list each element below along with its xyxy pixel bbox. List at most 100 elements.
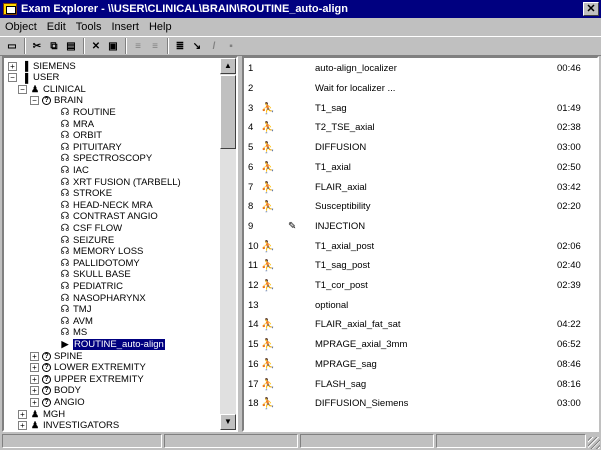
protocol-row[interactable]: 18 ⛹ DIFFUSION_Siemens 03:00 (244, 394, 597, 414)
protocol-row[interactable]: 16 ⛹ MPRAGE_sag 08:46 (244, 355, 597, 375)
tree-item-body[interactable]: ? BODY (42, 385, 81, 397)
tree-item-pediatric[interactable]: ☊ PEDIATRIC (60, 280, 123, 292)
tree-item-ms[interactable]: ☊ MS (60, 327, 88, 339)
menu-edit[interactable]: Edit (42, 21, 71, 33)
insert-button[interactable]: ≣ (172, 38, 188, 54)
tree-expander[interactable]: − (8, 73, 17, 83)
tree-item-spectroscopy[interactable]: ☊ SPECTROSCOPY (60, 153, 153, 165)
tree-expander[interactable]: + (8, 61, 17, 71)
protocol-row[interactable]: 10 ⛹ T1_axial_post 02:06 (244, 236, 597, 256)
tree-item-angio[interactable]: ? ANGIO (42, 396, 85, 408)
tree-scrollbar[interactable]: ▲ ▼ (220, 58, 236, 430)
tree-item-clinical[interactable]: ♟ CLINICAL (30, 83, 86, 95)
tree-expander[interactable]: − (30, 96, 39, 106)
protocol-duration: 08:46 (557, 358, 581, 370)
tree-item-csf-flow[interactable]: ☊ CSF FLOW (60, 222, 123, 234)
scroll-up-button[interactable]: ▲ (220, 58, 236, 74)
tree-item-mra[interactable]: ☊ MRA (60, 118, 95, 130)
resize-grip[interactable] (588, 437, 600, 449)
protocol-row[interactable]: 14 ⛹ FLAIR_axial_fat_sat 04:22 (244, 315, 597, 335)
protocol-row[interactable]: 7 ⛹ FLAIR_axial 03:42 (244, 177, 597, 197)
protocol-row[interactable]: 12 ⛹ T1_cor_post 02:39 (244, 276, 597, 296)
status-panel (436, 434, 586, 448)
menu-help[interactable]: Help (144, 21, 177, 33)
tree-item-nasopharynx[interactable]: ☊ NASOPHARYNX (60, 292, 146, 304)
protocol-tree: + ▐ SIEMENS − ▐ USER − ♟ CLINICAL −? BRAIN ☊ ROUTINE… (4, 58, 221, 430)
tree-expander[interactable]: + (30, 351, 39, 361)
tree-item-avm[interactable]: ☊ AVM (60, 315, 93, 327)
copy-button[interactable]: ⧉ (46, 38, 62, 54)
tree-item-investigators[interactable]: ♟ INVESTIGATORS (30, 420, 119, 430)
tree-item-tmj[interactable]: ☊ TMJ (60, 304, 92, 316)
save-button[interactable]: ▪ (223, 38, 239, 54)
tree-item-label: CONTRAST ANGIO (73, 211, 158, 223)
tree-item-routine-auto-align[interactable]: ▶ ROUTINE_auto-align (60, 338, 165, 350)
properties-button[interactable]: ▣ (105, 38, 121, 54)
tree-expander[interactable]: + (18, 409, 27, 419)
tree-expander[interactable]: + (30, 386, 39, 396)
tree-item-orbit[interactable]: ☊ ORBIT (60, 130, 102, 142)
menu-tools[interactable]: Tools (71, 21, 107, 33)
tree-item-label: AVM (73, 315, 93, 327)
move-down-button[interactable]: ≡ (147, 38, 163, 54)
tree-item-iac[interactable]: ☊ IAC (60, 164, 89, 176)
cut-button[interactable]: ✂ (29, 38, 45, 54)
protocol-row[interactable]: 2 Wait for localizer ... (244, 79, 597, 99)
tree-item-contrast-angio[interactable]: ☊ CONTRAST ANGIO (60, 211, 158, 223)
arrow-button[interactable]: ↘ (189, 38, 205, 54)
tree-expander[interactable]: − (18, 84, 27, 94)
menu-object[interactable]: Object (0, 21, 42, 33)
tree-expander[interactable]: + (30, 397, 39, 407)
menu-insert[interactable]: Insert (106, 21, 144, 33)
protocol-row[interactable]: 5 ⛹ DIFFUSION 03:00 (244, 138, 597, 158)
tree-item-pituitary[interactable]: ☊ PITUITARY (60, 141, 122, 153)
protocol-duration: 02:40 (557, 260, 581, 272)
tree-item-memory-loss[interactable]: ☊ MEMORY LOSS (60, 246, 144, 258)
tree-item-head-neck-mra[interactable]: ☊ HEAD-NECK MRA (60, 199, 153, 211)
tree-item-label: CLINICAL (43, 83, 86, 95)
close-button[interactable]: ✕ (583, 2, 599, 16)
protocol-row[interactable]: 8 ⛹ Susceptibility 02:20 (244, 197, 597, 217)
protocol-row[interactable]: 6 ⛹ T1_axial 02:50 (244, 158, 597, 178)
scroll-thumb[interactable] (220, 75, 236, 149)
tree-item-brain[interactable]: ? BRAIN (42, 95, 83, 107)
tree-item-pallidotomy[interactable]: ☊ PALLIDOTOMY (60, 257, 140, 269)
tree-item-label: BRAIN (54, 95, 84, 107)
delete-button[interactable]: ✕ (88, 38, 104, 54)
protocol-name: FLAIR_axial_fat_sat (315, 319, 401, 331)
tree-item-xrt-fusion-tarbell[interactable]: ☊ XRT FUSION (TARBELL) (60, 176, 181, 188)
tree-item-lower-extremity[interactable]: ? LOWER EXTREMITY (42, 362, 146, 374)
protocol-row[interactable]: 3 ⛹ T1_sag 01:49 (244, 98, 597, 118)
stethoscope-icon: ☊ (60, 222, 70, 234)
tree-item-stroke[interactable]: ☊ STROKE (60, 188, 113, 200)
protocol-row[interactable]: 1 auto-align_localizer 00:46 (244, 59, 597, 79)
protocol-row[interactable]: 17 ⛹ FLASH_sag 08:16 (244, 374, 597, 394)
edit-button[interactable]: / (206, 38, 222, 54)
menu-bar: Object Edit Tools Insert Help (0, 18, 601, 35)
tree-item-skull-base[interactable]: ☊ SKULL BASE (60, 269, 131, 281)
move-up-button[interactable]: ≡ (130, 38, 146, 54)
tree-item-siemens[interactable]: ▐ SIEMENS (20, 60, 76, 72)
stethoscope-icon: ☊ (60, 234, 70, 246)
open-folder-button[interactable]: ▭ (4, 38, 20, 54)
tree-item-mgh[interactable]: ♟ MGH (30, 408, 65, 420)
cut-icon: ✂ (32, 40, 42, 52)
protocol-row[interactable]: 9 ✎ INJECTION (244, 217, 597, 237)
tree-item-upper-extremity[interactable]: ? UPPER EXTREMITY (42, 373, 144, 385)
stethoscope-icon: ☊ (60, 292, 70, 304)
protocol-row[interactable]: 4 ⛹ T2_TSE_axial 02:38 (244, 118, 597, 138)
tree-item-routine[interactable]: ☊ ROUTINE (60, 106, 116, 118)
tree-expander[interactable]: + (30, 363, 39, 373)
tree-item-user[interactable]: ▐ USER (20, 72, 60, 84)
tree-expander[interactable]: + (30, 374, 39, 384)
tree-item-seizure[interactable]: ☊ SEIZURE (60, 234, 115, 246)
tree-expander[interactable]: + (18, 421, 27, 430)
tree-item-spine[interactable]: ? SPINE (42, 350, 83, 362)
protocol-row[interactable]: 11 ⛹ T1_sag_post 02:40 (244, 256, 597, 276)
protocol-row[interactable]: 15 ⛹ MPRAGE_axial_3mm 06:52 (244, 335, 597, 355)
protocol-name: MPRAGE_axial_3mm (315, 339, 408, 351)
patient-icon: ⛹ (261, 339, 275, 352)
scroll-down-button[interactable]: ▼ (220, 414, 236, 430)
paste-button[interactable]: ▤ (63, 38, 79, 54)
protocol-row[interactable]: 13 optional (244, 295, 597, 315)
